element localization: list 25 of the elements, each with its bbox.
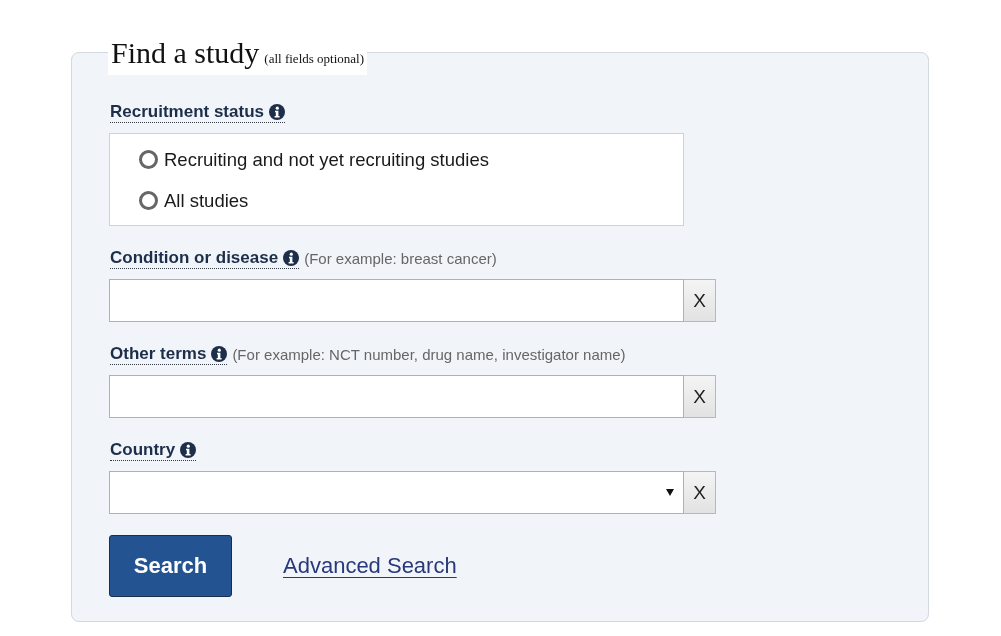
text-input[interactable] [109, 375, 684, 418]
radio-button[interactable] [139, 191, 158, 210]
info-icon[interactable] [180, 441, 197, 458]
field-label: Recruitment status [110, 101, 264, 122]
info-icon[interactable] [211, 345, 228, 362]
field-label: Other terms [110, 343, 207, 364]
clear-button[interactable]: X [684, 279, 716, 322]
radio-label[interactable]: Recruiting and not yet recruiting studies [164, 148, 489, 171]
text-input[interactable] [109, 279, 684, 322]
search-button[interactable]: Search [109, 535, 232, 597]
info-icon[interactable] [283, 249, 300, 266]
dropdown-field[interactable] [109, 471, 684, 514]
info-icon[interactable] [269, 103, 285, 120]
radio-label[interactable]: All studies [164, 189, 249, 212]
advanced-search-link[interactable]: Advanced Search [283, 553, 457, 579]
field-hint: (For example: breast cancer) [304, 249, 497, 267]
form-title: Find a study [111, 36, 260, 69]
caret-icon [666, 489, 674, 496]
field-label: Condition or disease [110, 247, 279, 268]
field-hint: (For example: NCT number, drug name, investigator name) [232, 345, 626, 363]
clear-button[interactable]: X [684, 375, 716, 418]
radio-button[interactable] [139, 150, 158, 169]
clear-button[interactable]: X [684, 471, 716, 514]
field-label: Country [110, 439, 176, 460]
form-subtitle: (all fields optional) [264, 51, 364, 66]
